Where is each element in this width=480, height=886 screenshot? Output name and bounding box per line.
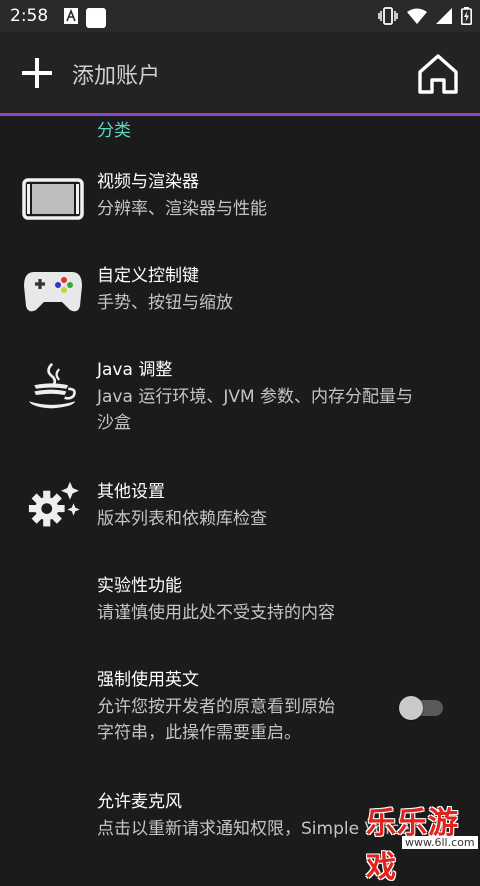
setting-title: 其他设置 bbox=[97, 482, 165, 502]
setting-other[interactable]: 其他设置 版本列表和依赖库检查 bbox=[0, 480, 480, 540]
watermark-logo: 乐乐游戏 www.6ll.com bbox=[362, 798, 480, 885]
status-left-icons bbox=[64, 8, 106, 28]
setting-title: 允许麦克风 bbox=[97, 792, 182, 812]
setting-experimental[interactable]: 实验性功能 请谨慎使用此处不受支持的内容 bbox=[0, 574, 480, 634]
setting-title: 实验性功能 bbox=[97, 576, 182, 596]
setting-summary-line-2: 字符串，此操作需要重启。 bbox=[97, 723, 301, 743]
setting-summary: 分辨率、渲染器与性能 bbox=[97, 199, 267, 219]
gamepad-icon bbox=[24, 272, 82, 312]
wifi-icon bbox=[407, 8, 427, 24]
setting-title: 强制使用英文 bbox=[97, 670, 199, 690]
watermark-url: www.6ll.com bbox=[402, 836, 478, 849]
switch-thumb bbox=[399, 696, 423, 720]
setting-summary: 请谨慎使用此处不受支持的内容 bbox=[97, 603, 335, 623]
home-icon[interactable] bbox=[416, 52, 460, 96]
setting-summary: 版本列表和依赖库检查 bbox=[97, 509, 267, 529]
setting-summary-line-1: Java 运行环境、JVM 参数、内存分配量与 bbox=[97, 387, 414, 407]
battery-icon bbox=[461, 7, 472, 25]
vibrate-icon bbox=[378, 7, 398, 25]
setting-title: 自定义控制键 bbox=[97, 266, 199, 286]
setting-java-tweaks[interactable]: Java 调整 Java 运行环境、JVM 参数、内存分配量与 沙盒 bbox=[0, 358, 480, 444]
setting-summary-line-2: 沙盒 bbox=[97, 413, 131, 433]
setting-title: 视频与渲染器 bbox=[97, 172, 199, 192]
add-icon[interactable] bbox=[20, 56, 54, 90]
java-cup-icon bbox=[28, 362, 76, 409]
setting-video-renderer[interactable]: 视频与渲染器 分辨率、渲染器与性能 bbox=[0, 170, 480, 230]
status-time: 2:58 bbox=[10, 6, 49, 26]
app-bar: 添加账户 bbox=[0, 32, 480, 116]
status-right-icons bbox=[378, 7, 472, 25]
display-icon bbox=[22, 178, 84, 220]
category-label: 分类 bbox=[97, 121, 131, 141]
setting-custom-controls[interactable]: 自定义控制键 手势、按钮与缩放 bbox=[0, 264, 480, 324]
app-bar-title[interactable]: 添加账户 bbox=[72, 58, 160, 90]
setting-summary: 手势、按钮与缩放 bbox=[97, 293, 233, 313]
setting-force-english[interactable]: 强制使用英文 允许您按开发者的原意看到原始 字符串，此操作需要重启。 bbox=[0, 668, 480, 754]
app-notification-icon bbox=[64, 8, 78, 24]
status-bar: 2:58 bbox=[0, 0, 480, 32]
gear-sparkle-icon bbox=[28, 481, 80, 527]
square-notification-icon bbox=[86, 8, 106, 28]
setting-title: Java 调整 bbox=[97, 360, 173, 380]
settings-list[interactable]: 分类 视频与渲染器 分辨率、渲染器与性能 自定义控制键 手势、按钮与缩放 Jav… bbox=[0, 116, 480, 853]
force-english-switch[interactable] bbox=[399, 696, 445, 720]
signal-icon bbox=[436, 8, 452, 24]
